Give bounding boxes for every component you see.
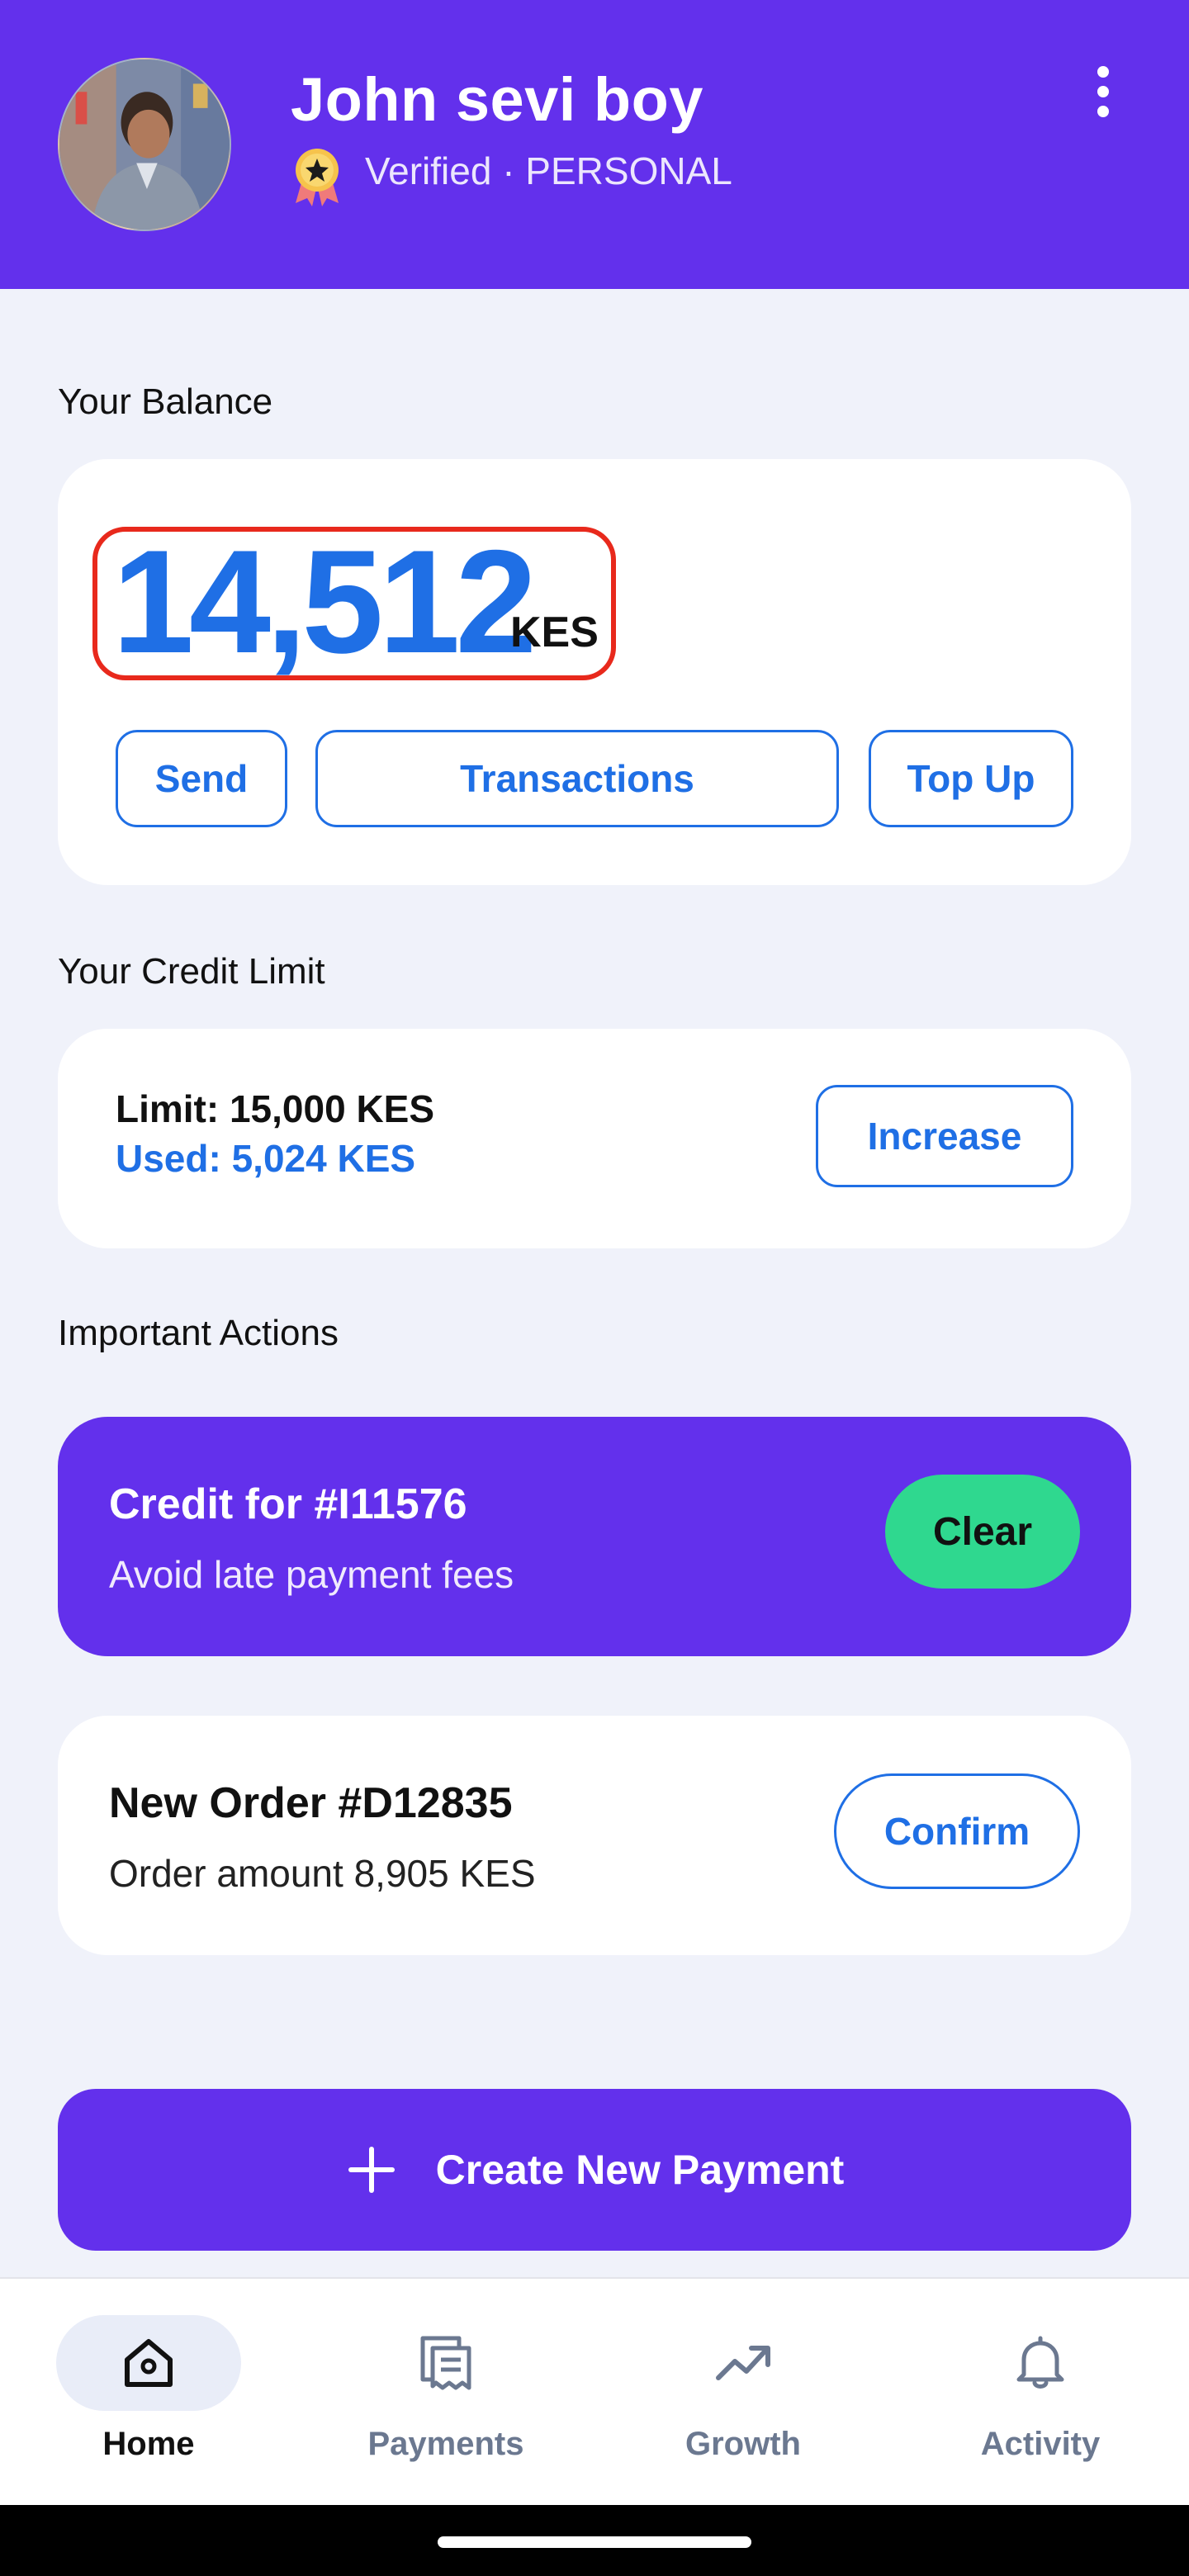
confirm-button[interactable]: Confirm	[834, 1773, 1080, 1889]
user-photo-icon	[59, 59, 230, 230]
transactions-button[interactable]: Transactions	[315, 730, 839, 827]
nav-label-payments: Payments	[367, 2426, 524, 2462]
nav-label-activity: Activity	[980, 2426, 1101, 2462]
credit-section-label: Your Credit Limit	[58, 951, 325, 992]
receipt-icon	[420, 2336, 471, 2390]
send-button[interactable]: Send	[116, 730, 287, 827]
bell-icon	[1016, 2336, 1064, 2389]
home-indicator[interactable]	[438, 2536, 751, 2548]
nav-label-home: Home	[102, 2426, 195, 2462]
nav-item-payments[interactable]: Payments	[297, 2279, 594, 2507]
balance-currency: KES	[510, 608, 599, 656]
credit-used-value: Used: 5,024 KES	[116, 1137, 416, 1180]
credit-limit-card: Limit: 15,000 KES Used: 5,024 KES Increa…	[58, 1029, 1131, 1248]
clear-button[interactable]: Clear	[885, 1475, 1080, 1589]
order-action-card: New Order #D12835 Order amount 8,905 KES…	[58, 1716, 1131, 1955]
nav-item-activity[interactable]: Activity	[892, 2279, 1189, 2507]
avatar[interactable]	[58, 58, 231, 231]
balance-card: 14,512 KES Send Transactions Top Up	[58, 459, 1131, 885]
order-action-title: New Order #D12835	[109, 1779, 513, 1827]
balance-section-label: Your Balance	[58, 381, 273, 422]
verified-ribbon-icon	[296, 149, 339, 206]
bottom-navigation: Home Payments Growth Activity	[0, 2277, 1189, 2505]
create-payment-label: Create New Payment	[435, 2147, 845, 2193]
verification-status: Verified · PERSONAL	[365, 149, 732, 192]
nav-item-home[interactable]: Home	[0, 2279, 297, 2507]
plus-icon	[348, 2147, 395, 2193]
trending-up-icon	[716, 2346, 770, 2380]
increase-button[interactable]: Increase	[816, 1085, 1073, 1187]
system-navigation-bar	[0, 2505, 1189, 2576]
credit-limit-value: Limit: 15,000 KES	[116, 1087, 435, 1130]
nav-label-growth: Growth	[685, 2426, 801, 2462]
top-up-button[interactable]: Top Up	[869, 730, 1073, 827]
create-new-payment-button[interactable]: Create New Payment	[58, 2089, 1131, 2251]
credit-action-subtitle: Avoid late payment fees	[109, 1553, 514, 1596]
home-icon	[125, 2339, 173, 2387]
more-vertical-icon[interactable]	[1085, 66, 1121, 119]
nav-item-growth[interactable]: Growth	[594, 2279, 892, 2507]
order-action-subtitle: Order amount 8,905 KES	[109, 1852, 536, 1895]
actions-section-label: Important Actions	[58, 1313, 339, 1353]
user-name: John sevi boy	[291, 65, 703, 134]
balance-amount: 14,512	[112, 519, 537, 684]
credit-action-title: Credit for #I11576	[109, 1480, 467, 1528]
profile-header: John sevi boy Verified · PERSONAL	[0, 0, 1189, 289]
credit-action-card: Credit for #I11576 Avoid late payment fe…	[58, 1417, 1131, 1656]
